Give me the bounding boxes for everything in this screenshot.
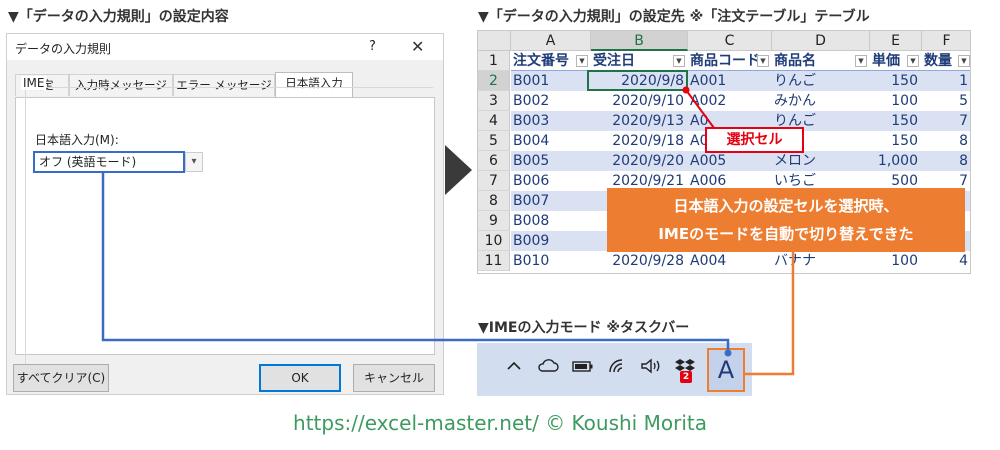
ime-mode-indicator[interactable]: A	[707, 348, 745, 392]
selected-cell-callout: 選択セル	[705, 127, 804, 153]
column-header-selected[interactable]: B	[591, 31, 688, 51]
table-cell[interactable]: B003	[511, 111, 591, 131]
cancel-button[interactable]: キャンセル	[353, 364, 435, 392]
row-header[interactable]: 3	[478, 91, 510, 111]
close-icon[interactable]: ✕	[411, 37, 424, 56]
table-cell[interactable]: 1	[922, 71, 970, 91]
filter-dropdown-icon[interactable]: ▼	[757, 55, 769, 67]
table-cell[interactable]: バナナ	[772, 251, 870, 271]
taskbar-section-heading: ▼IMEの入力モード ※タスクバー	[478, 320, 690, 336]
wifi-icon[interactable]	[607, 357, 627, 382]
table-cell[interactable]: 2020/9/28	[591, 251, 688, 271]
group-border	[25, 87, 433, 88]
cloud-icon[interactable]	[537, 357, 559, 382]
table-cell[interactable]: B002	[511, 91, 591, 111]
table-cell[interactable]: B006	[511, 171, 591, 191]
table-cell[interactable]: 150	[870, 111, 922, 131]
ime-callout-line2: IMEのモードを自動で切り替えできた	[658, 225, 914, 243]
table-cell[interactable]: 4	[922, 251, 970, 271]
battery-icon[interactable]	[571, 357, 595, 382]
table-cell[interactable]: B008	[511, 211, 591, 231]
table-cell[interactable]: A005	[688, 151, 772, 171]
ime-switch-callout: 日本語入力の設定セルを選択時、 IMEのモードを自動で切り替えできた	[607, 188, 965, 252]
filter-dropdown-icon[interactable]: ▼	[907, 55, 919, 67]
chevron-up-icon[interactable]	[505, 357, 523, 382]
table-cell[interactable]: 150	[870, 131, 922, 151]
table-cell[interactable]: 8	[922, 131, 970, 151]
sheet-section-heading: ▼「データの入力規則」の設定先 ※「注文テーブル」テーブル	[478, 9, 870, 25]
column-header[interactable]: A	[511, 31, 591, 51]
select-all-corner[interactable]	[478, 31, 511, 51]
footer-credit: https://excel-master.net/ © Koushi Morit…	[293, 411, 707, 435]
table-cell[interactable]: みかん	[772, 91, 870, 111]
row-header[interactable]: 11	[478, 251, 510, 271]
row-header[interactable]: 5	[478, 131, 510, 151]
table-cell[interactable]: メロン	[772, 151, 870, 171]
table-cell[interactable]: B005	[511, 151, 591, 171]
table-cell[interactable]: 2020/9/18	[591, 131, 688, 151]
dialog-titlebar: データの入力規則 ? ✕	[7, 34, 443, 60]
table-cell[interactable]: B009	[511, 231, 591, 251]
table-cell[interactable]: 7	[922, 111, 970, 131]
table-cell[interactable]: 2020/9/10	[591, 91, 688, 111]
dialog-section-heading: ▼「データの入力規則」の設定内容	[8, 9, 229, 25]
table-cell[interactable]: 1,000	[870, 151, 922, 171]
arrow-right-icon	[445, 145, 472, 195]
clear-all-button[interactable]: すべてクリア(C)	[13, 364, 109, 392]
table-cell[interactable]: A001	[688, 71, 772, 91]
group-border	[25, 87, 26, 383]
row-header[interactable]: 6	[478, 151, 510, 171]
tab-input-message[interactable]: 入力時メッセージ	[69, 74, 173, 96]
speaker-icon[interactable]	[639, 357, 661, 382]
row-header[interactable]: 1	[478, 51, 510, 71]
row-header[interactable]: 4	[478, 111, 510, 131]
ime-callout-line1: 日本語入力の設定セルを選択時、	[673, 197, 899, 215]
row-header[interactable]: 10	[478, 231, 510, 251]
column-header[interactable]: C	[688, 31, 772, 51]
row-header[interactable]: 8	[478, 191, 510, 211]
dropbox-badge: 2	[680, 371, 692, 383]
column-header[interactable]: D	[772, 31, 870, 51]
help-button[interactable]: ?	[369, 39, 376, 54]
filter-dropdown-icon[interactable]: ▼	[673, 55, 685, 67]
data-validation-dialog: データの入力規則 ? ✕ 設定 入力時メッセージ エラー メッセージ 日本語入力…	[6, 33, 444, 395]
filter-dropdown-icon[interactable]: ▼	[576, 55, 588, 67]
filter-dropdown-icon[interactable]: ▼	[855, 55, 867, 67]
table-cell[interactable]: りんご	[772, 71, 870, 91]
table-cell[interactable]: B004	[511, 131, 591, 151]
japanese-input-label: 日本語入力(M):	[35, 133, 119, 147]
row-header[interactable]: 7	[478, 171, 510, 191]
table-cell[interactable]: A002	[688, 91, 772, 111]
tab-japanese-input[interactable]: 日本語入力	[275, 72, 353, 97]
table-cell[interactable]: 100	[870, 91, 922, 111]
row-header[interactable]: 9	[478, 211, 510, 231]
table-cell[interactable]: B010	[511, 251, 591, 271]
table-cell[interactable]: 5	[922, 91, 970, 111]
filter-dropdown-icon[interactable]: ▼	[958, 55, 970, 67]
table-cell[interactable]: 2020/9/13	[591, 111, 688, 131]
active-cell-outline	[587, 70, 688, 91]
row-header-selected[interactable]: 2	[478, 71, 510, 91]
ok-button[interactable]: OK	[259, 364, 341, 392]
table-cell[interactable]: 8	[922, 151, 970, 171]
ime-mode-letter: A	[717, 356, 735, 384]
table-cell[interactable]: A004	[688, 251, 772, 271]
chevron-down-icon[interactable]: ▾	[185, 152, 203, 172]
dialog-title: データの入力規則	[15, 42, 112, 56]
ime-group-label: IME	[21, 76, 47, 90]
table-cell[interactable]: 150	[870, 71, 922, 91]
table-cell[interactable]: B001	[511, 71, 591, 91]
column-header[interactable]: E	[870, 31, 922, 51]
tab-error-message[interactable]: エラー メッセージ	[173, 74, 275, 96]
table-cell[interactable]: 2020/9/20	[591, 151, 688, 171]
table-cell[interactable]: B007	[511, 191, 591, 211]
table-cell[interactable]: 100	[870, 251, 922, 271]
ime-mode-select[interactable]: オフ (英語モード)	[33, 151, 185, 173]
column-header[interactable]: F	[922, 31, 970, 51]
